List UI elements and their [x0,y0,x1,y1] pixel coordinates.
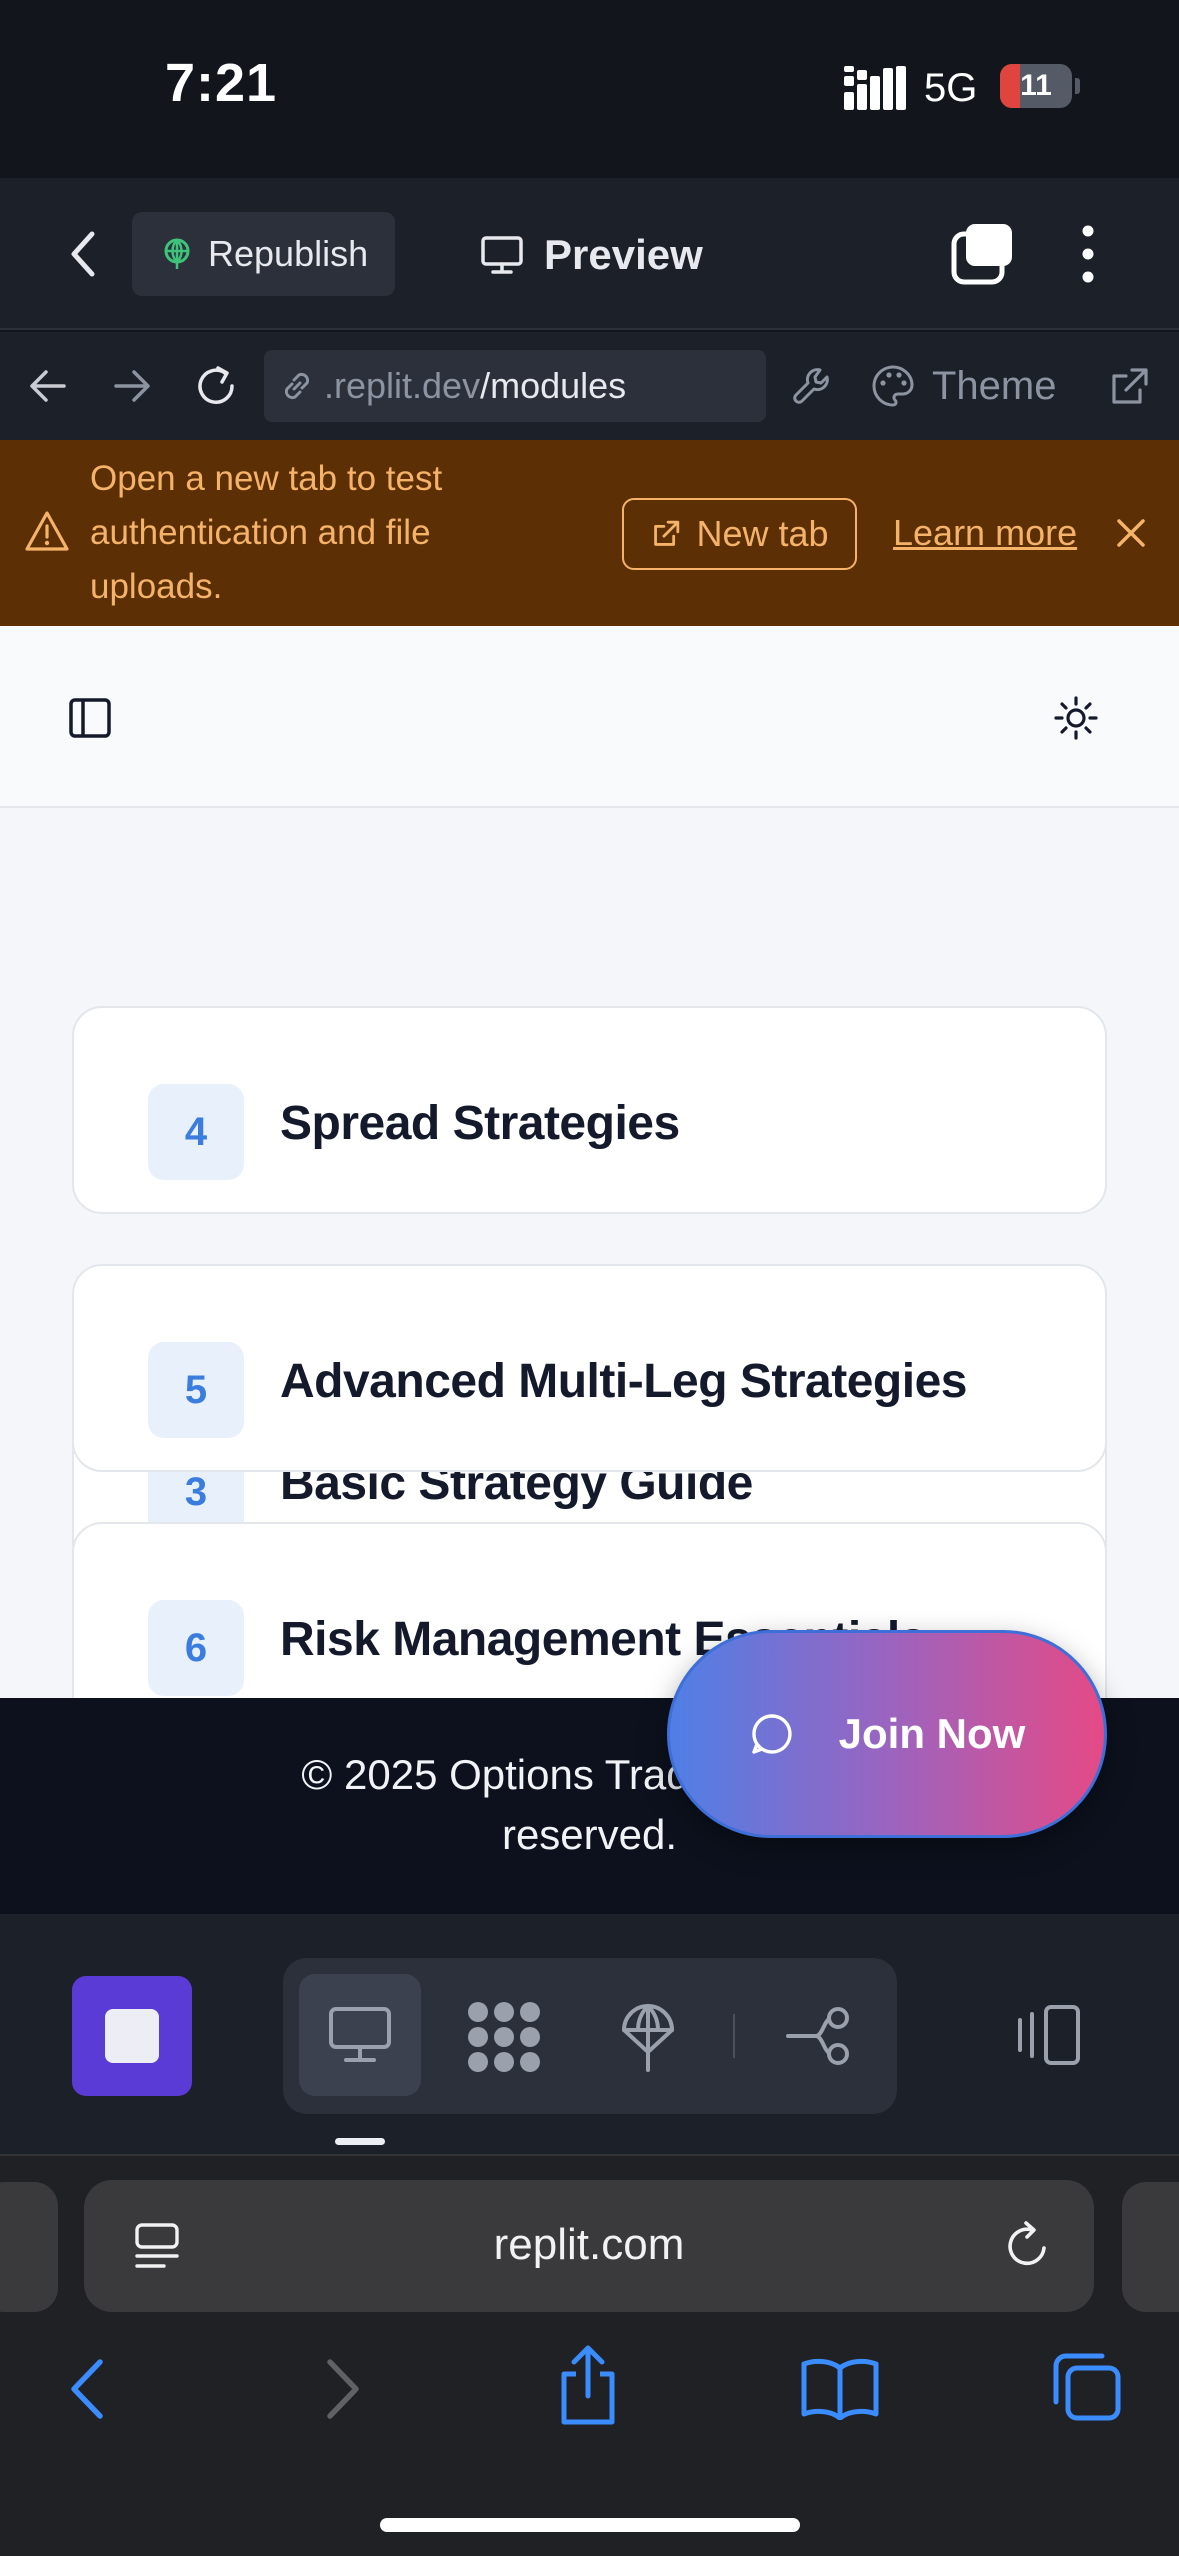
safari-domain: replit.com [493,2220,685,2269]
join-now-label: Join Now [838,1710,1026,1757]
panel-swap-icon[interactable] [1012,2004,1082,2066]
url-path: /modules [480,365,627,406]
palette-icon [870,363,916,409]
preview-label: Preview [544,231,703,278]
link-icon [278,367,316,405]
republish-button[interactable]: Republish [132,212,395,296]
republish-icon [160,237,194,271]
network-label: 5G [924,66,978,110]
theme-label: Theme [932,363,1057,408]
monitor-icon [480,235,524,275]
module-title: Spread Strategies [280,1097,680,1150]
signal-icon [844,66,906,110]
tabs-icon[interactable] [950,222,1014,286]
banner-message: Open a new tab to test authentication an… [90,459,443,606]
nav-back-icon[interactable] [26,366,70,406]
module-card[interactable]: 5 Advanced Multi-Leg Strategies [72,1264,1107,1472]
toolbar-divider [733,2014,735,2058]
next-tab-peek[interactable] [1122,2182,1179,2312]
home-indicator [380,2518,800,2532]
url-domain: .replit.dev [324,365,481,406]
safari-forward-icon[interactable] [320,2356,364,2422]
learn-more-link[interactable]: Learn more [893,512,1077,554]
monitor-icon [328,2006,392,2064]
external-link-icon [650,518,682,550]
join-now-button[interactable]: Join Now [667,1630,1107,1838]
stop-icon [105,2009,159,2063]
chat-bubble-icon [749,1711,795,1757]
module-number: 6 [148,1600,244,1696]
module-number: 5 [148,1342,244,1438]
theme-button[interactable]: Theme [870,356,1057,416]
sun-icon[interactable] [1052,694,1100,742]
bookmarks-icon[interactable] [800,2356,880,2420]
nav-forward-icon[interactable] [110,366,154,406]
new-tab-label: New tab [696,513,829,554]
battery-level: 11 [1020,69,1052,102]
module-title: Advanced Multi-Leg Strategies [280,1355,967,1408]
back-chevron-icon[interactable] [62,226,106,282]
battery-icon: 11 [1000,64,1072,108]
tabs-overview-icon[interactable] [1052,2352,1122,2422]
share-icon[interactable] [556,2344,620,2426]
sidebar-toggle-icon[interactable] [68,696,112,740]
new-tab-button[interactable]: New tab [622,498,857,570]
status-time: 7:21 [165,53,278,113]
wrench-icon[interactable] [790,364,836,410]
git-icon[interactable] [786,2006,856,2066]
reload-icon[interactable] [1002,2220,1052,2272]
active-tab-indicator [335,2138,385,2145]
republish-label: Republish [208,233,369,274]
deploy-icon[interactable] [618,2000,678,2072]
url-field[interactable]: .replit.dev/modules [264,350,766,422]
module-card[interactable]: 4 Spread Strategies [72,1006,1107,1214]
stop-button[interactable] [72,1976,192,2096]
safari-back-icon[interactable] [66,2356,110,2422]
agent-dots-icon[interactable] [466,2000,542,2074]
app-header [0,626,1179,808]
close-icon[interactable] [1114,516,1148,550]
warning-icon [24,510,70,552]
previous-tab-peek[interactable] [0,2182,58,2312]
more-vertical-icon[interactable] [1078,222,1098,286]
reload-icon[interactable] [192,362,240,410]
battery-tip [1075,78,1080,94]
module-number: 4 [148,1084,244,1180]
preview-tab[interactable]: Preview [480,220,703,290]
external-link-icon[interactable] [1106,364,1152,410]
